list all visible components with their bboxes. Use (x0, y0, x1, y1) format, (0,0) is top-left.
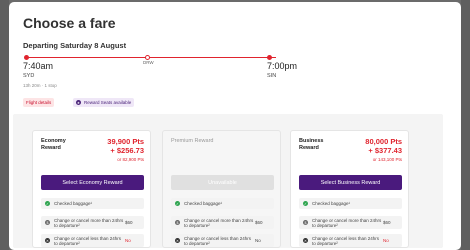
feature-value: No (383, 238, 389, 243)
feature-change-less: ✕ Change or cancel less than 24hrs to de… (171, 234, 274, 247)
fare-alt-points: or 82,900 Pts (117, 157, 144, 162)
fare-name: Economy Reward (41, 138, 66, 151)
departing-heading: Departing Saturday 8 August (23, 41, 127, 50)
feature-text: Checked baggage¹ (54, 201, 93, 206)
origin-dot-icon (24, 55, 29, 60)
feature-value: $60 (125, 220, 133, 225)
reward-seats-label: Reward Seats available (84, 100, 132, 105)
fare-card-premium: Premium Reward Unavailable ✓ Checked bag… (162, 130, 281, 248)
feature-change-more: $ Change or cancel more than 24hrs to de… (299, 216, 402, 229)
stopover-code: DRW (143, 60, 154, 65)
feature-value: $60 (383, 220, 391, 225)
feature-change-less: ✕ Change or cancel less than 24hrs to de… (41, 234, 144, 247)
destination-airport: SIN (267, 73, 277, 79)
feature-text: Change or cancel more than 24hrs to depa… (54, 217, 124, 228)
reward-star-icon: ★ (76, 100, 81, 105)
feature-text: Change or cancel more than 24hrs to depa… (312, 217, 382, 228)
fare-name: Business Reward (299, 138, 324, 151)
feature-text: Change or cancel less than 24hrs to depa… (54, 235, 122, 246)
feature-change-more: $ Change or cancel more than 24hrs to de… (41, 216, 144, 229)
feature-change-less: ✕ Change or cancel less than 24hrs to de… (299, 234, 402, 247)
feature-baggage: ✓ Checked baggage¹ (299, 198, 402, 209)
feature-baggage: ✓ Checked baggage¹ (171, 198, 274, 209)
dollar-icon: $ (175, 220, 180, 225)
route-line (26, 57, 276, 58)
trip-duration: 13h 20m · 1 stop (23, 83, 57, 88)
feature-text: Change or cancel less than 24hrs to depa… (184, 235, 252, 246)
fare-name: Premium Reward (171, 138, 214, 144)
feature-baggage: ✓ Checked baggage¹ (41, 198, 144, 209)
modal-title: Choose a fare (23, 15, 116, 31)
check-icon: ✓ (303, 201, 308, 206)
select-economy-button[interactable]: Select Economy Reward (41, 175, 144, 190)
depart-time: 7:40am (23, 61, 54, 71)
fare-card-business: Business Reward 80,000 Pts + $377.43 or … (290, 130, 409, 248)
backdrop-right (461, 0, 470, 250)
feature-value: No (125, 238, 131, 243)
feature-change-more: $ Change or cancel more than 24hrs to de… (171, 216, 274, 229)
fare-points: 39,900 Pts (107, 137, 144, 146)
destination-dot-icon (267, 55, 272, 60)
feature-value: No (255, 238, 261, 243)
dollar-icon: $ (303, 220, 308, 225)
feature-text: Checked baggage¹ (312, 201, 351, 206)
feature-text: Checked baggage¹ (184, 201, 223, 206)
fare-tax: + $256.73 (110, 146, 144, 155)
premium-unavailable-button: Unavailable (171, 175, 274, 190)
feature-text: Change or cancel more than 24hrs to depa… (184, 217, 254, 228)
backdrop-left (0, 0, 9, 250)
cross-icon: ✕ (175, 238, 180, 243)
flight-details-link[interactable]: Flight details (23, 98, 55, 107)
dollar-icon: $ (45, 220, 50, 225)
check-icon: ✓ (45, 201, 50, 206)
feature-text: Change or cancel less than 24hrs to depa… (312, 235, 380, 246)
fare-tax: + $377.43 (368, 146, 402, 155)
flight-details-label: Flight details (26, 100, 52, 105)
check-icon: ✓ (175, 201, 180, 206)
cross-icon: ✕ (45, 238, 50, 243)
fare-card-economy: Economy Reward 39,900 Pts + $256.73 or 8… (32, 130, 151, 248)
cross-icon: ✕ (303, 238, 308, 243)
arrive-time: 7:00pm (267, 61, 298, 71)
origin-airport: SYD (23, 73, 35, 79)
fare-alt-points: or 143,100 Pts (372, 157, 402, 162)
reward-seats-badge: ★ Reward Seats available (73, 98, 135, 107)
select-business-button[interactable]: Select Business Reward (299, 175, 402, 190)
fare-points: 80,000 Pts (365, 137, 402, 146)
feature-value: $60 (255, 220, 263, 225)
